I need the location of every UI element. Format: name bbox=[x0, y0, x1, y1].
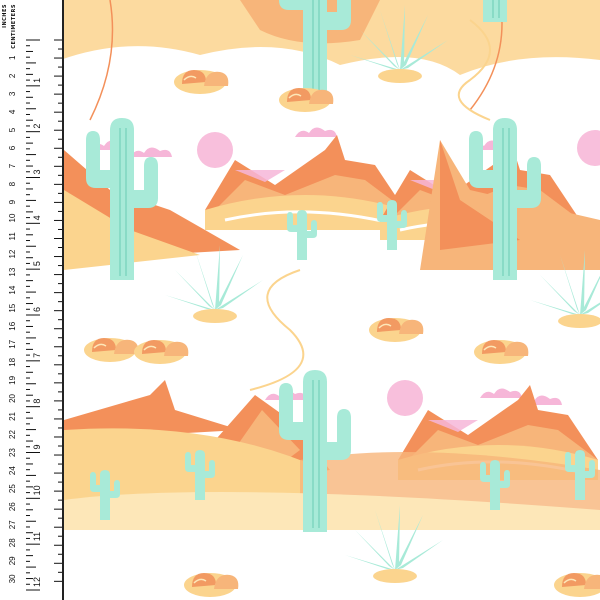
cm-mark-label: 17 bbox=[8, 339, 17, 348]
inch-mark-label: 12 bbox=[32, 577, 42, 587]
cloud-icon bbox=[130, 147, 172, 157]
desert-rock-icon bbox=[368, 317, 425, 343]
cm-mark-label: 19 bbox=[8, 375, 17, 384]
cm-mark-label: 3 bbox=[8, 91, 17, 96]
cm-mark-label: 28 bbox=[8, 538, 17, 547]
inch-mark-label: 6 bbox=[32, 307, 42, 312]
inch-mark-label: 2 bbox=[32, 124, 42, 129]
desert-rock-icon bbox=[183, 572, 240, 598]
cm-mark-label: 23 bbox=[8, 448, 17, 457]
sun-icon bbox=[387, 380, 423, 416]
cm-mark-label: 29 bbox=[8, 556, 17, 565]
cm-mark-label: 24 bbox=[8, 466, 17, 475]
cm-mark-label: 4 bbox=[8, 109, 17, 114]
cm-mark-label: 20 bbox=[8, 393, 17, 402]
inch-mark-label: 7 bbox=[32, 353, 42, 358]
cm-mark-label: 22 bbox=[8, 430, 17, 439]
fabric-swatch: svg { --cactus: #a8ead8; --cactus-shade:… bbox=[0, 0, 600, 600]
cm-mark-label: 14 bbox=[8, 285, 17, 294]
inch-mark-label: 11 bbox=[32, 532, 42, 541]
cm-mark-label: 10 bbox=[8, 213, 17, 222]
cm-mark-label: 15 bbox=[8, 303, 17, 312]
cm-mark-label: 18 bbox=[8, 357, 17, 366]
desert-rock-icon bbox=[83, 337, 140, 363]
cm-mark-label: 13 bbox=[8, 267, 17, 276]
cloud-icon bbox=[295, 127, 337, 137]
inch-mark-label: 1 bbox=[32, 78, 42, 83]
measurement-ruler: 1 2 3 4 5 6 7 8 9 10 11 12 1 2 3 4 5 6 7 8 9 10 11 12 13 14 15 16 17… bbox=[0, 0, 64, 600]
cm-mark-label: 27 bbox=[8, 520, 17, 529]
inch-mark-label: 8 bbox=[32, 399, 42, 404]
inches-label: INCHES bbox=[2, 4, 8, 28]
cm-mark-label: 21 bbox=[8, 411, 17, 420]
inch-mark-label: 4 bbox=[32, 215, 42, 220]
centimeters-label: CENTIMETERS bbox=[11, 4, 17, 49]
desert-rock-icon bbox=[473, 339, 530, 365]
cm-mark-label: 9 bbox=[8, 199, 17, 204]
cm-mark-label: 5 bbox=[8, 127, 17, 132]
cm-mark-label: 6 bbox=[8, 145, 17, 150]
desert-print-pattern: svg { --cactus: #a8ead8; --cactus-shade:… bbox=[60, 0, 600, 598]
cm-mark-label: 12 bbox=[8, 249, 17, 258]
cm-mark-label: 26 bbox=[8, 502, 17, 511]
cm-mark-label: 25 bbox=[8, 484, 17, 493]
cm-mark-label: 30 bbox=[8, 574, 17, 583]
desert-rock-icon bbox=[133, 339, 190, 365]
cm-mark-label: 16 bbox=[8, 321, 17, 330]
cm-mark-label: 1 bbox=[8, 55, 17, 60]
ruler-ticks: 1234567891011121234567891011121314151617… bbox=[8, 39, 62, 591]
sun-icon bbox=[577, 130, 600, 166]
inch-mark-label: 3 bbox=[32, 169, 42, 174]
cm-mark-label: 7 bbox=[8, 163, 17, 168]
cm-mark-label: 8 bbox=[8, 181, 17, 186]
desert-rock-icon bbox=[173, 69, 230, 95]
sun-icon bbox=[197, 132, 233, 168]
desert-rock-icon bbox=[553, 572, 600, 598]
inch-mark-label: 5 bbox=[32, 261, 42, 266]
desert-rock-icon bbox=[278, 87, 335, 113]
cm-mark-label: 2 bbox=[8, 73, 17, 78]
cm-mark-label: 11 bbox=[8, 232, 17, 241]
inch-mark-label: 10 bbox=[32, 485, 42, 495]
inch-mark-label: 9 bbox=[32, 444, 42, 449]
cloud-icon bbox=[480, 388, 522, 398]
